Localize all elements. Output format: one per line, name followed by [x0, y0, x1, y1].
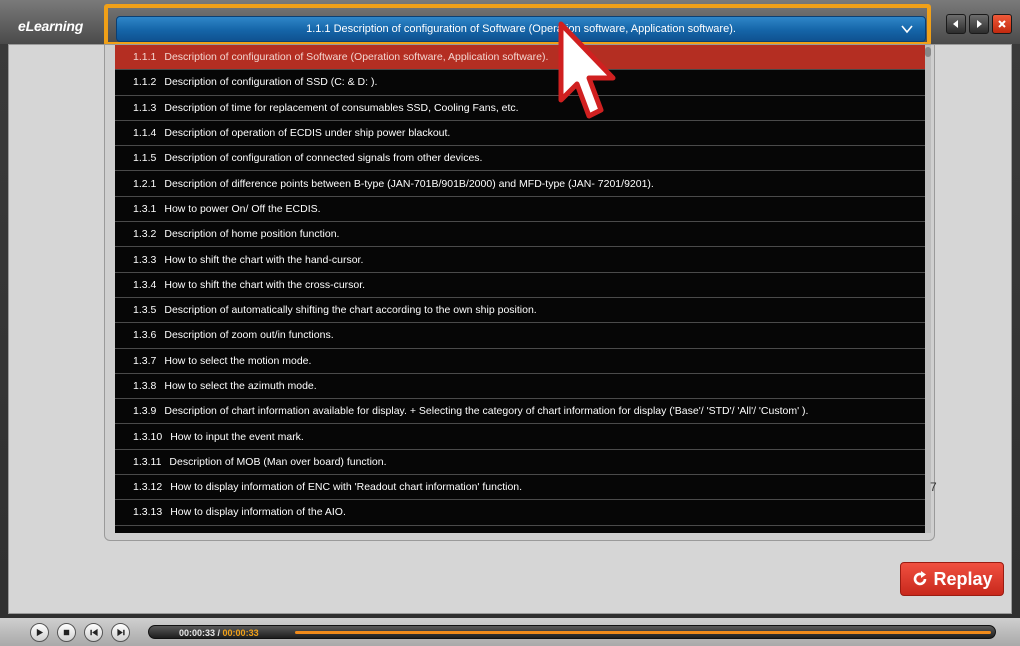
nav-buttons [946, 14, 1012, 34]
time-separator: / [215, 628, 223, 638]
list-item-label: Description of configuration of Software… [164, 51, 549, 64]
list-item-label: How to shift the chart with the cross-cu… [164, 278, 366, 291]
list-item-number: 1.1.4 [133, 127, 157, 140]
list-item-number: 1.3.10 [133, 430, 163, 443]
list-item-number: 1.1.5 [133, 152, 157, 165]
list-item-number: 1.3.3 [133, 253, 157, 266]
list-item-number: 1.3.8 [133, 380, 157, 392]
list-item-number: 1.3.1 [133, 202, 157, 215]
list-item-number: 1.3.12 [133, 481, 163, 494]
list-item-label: Description of chart information availab… [164, 405, 809, 418]
list-item-label: Description of automatically shifting th… [164, 304, 537, 317]
progress-fill [295, 631, 991, 634]
close-icon [998, 20, 1006, 28]
list-item-label: Description of MOB (Man over board) func… [169, 455, 387, 468]
list-item[interactable]: 1.1.3 Description of time for replacement… [115, 96, 925, 121]
list-item-label: Description of configuration of SSD (C: … [164, 76, 378, 89]
list-item[interactable]: 1.3.6 Description of zoom out/in function… [115, 323, 925, 349]
list-item-label: How to shift the chart with the hand-cur… [164, 253, 364, 266]
stop-button[interactable] [57, 623, 76, 642]
list-item[interactable]: 1.3.9 Description of chart information av… [115, 399, 925, 425]
list-item-label: Description of difference points between… [164, 177, 654, 190]
list-item-number: 1.3.6 [133, 329, 157, 342]
play-button[interactable] [30, 623, 49, 642]
time-display: 00:00:33 / 00:00:33 [179, 626, 259, 640]
time-elapsed: 00:00:33 [179, 628, 216, 638]
list-item-label: How to power On/ Off the ECDIS. [164, 202, 321, 215]
list-item[interactable]: 1.3.10 How to input the event mark. [115, 424, 925, 450]
list-item[interactable]: 1.3.3 How to shift the chart with the han… [115, 247, 925, 273]
list-item-label: How to select the motion mode. [164, 354, 312, 367]
list-item-label: How to select the azimuth mode. [164, 380, 317, 392]
list-item-label: Description of home position function. [164, 228, 340, 241]
time-total: 00:00:33 [222, 628, 259, 638]
prev-button[interactable] [946, 14, 966, 34]
next-button[interactable] [969, 14, 989, 34]
chapter-list: 1.1.1 Description of configuration of Sof… [115, 45, 925, 533]
list-item-number: 1.1.2 [133, 76, 157, 89]
list-item-label: How to display information of the AIO. [170, 506, 346, 519]
play-icon [36, 628, 44, 637]
list-item[interactable]: 1.3.11 Description of MOB (Man over board… [115, 450, 925, 476]
rewind-icon [89, 628, 98, 637]
stop-icon [63, 629, 70, 636]
list-item[interactable]: 1.1.2 Description of configuration of SSD… [115, 70, 925, 96]
list-item-number: 1.3.13 [133, 506, 163, 519]
list-item-number: 1.3.5 [133, 304, 157, 317]
list-item[interactable]: 1.1.5 Description of configuration of con… [115, 146, 925, 172]
list-item-label: Description of time for replacement of c… [164, 101, 519, 114]
prev-icon [953, 20, 958, 28]
list-scrollbar[interactable] [925, 45, 931, 533]
list-item-label: Description of configuration of connecte… [164, 152, 483, 165]
close-button[interactable] [992, 14, 1012, 34]
list-item[interactable]: 1.3.5 Description of automatically shifti… [115, 298, 925, 324]
list-item-number: 1.1.3 [133, 101, 157, 114]
list-item[interactable]: 1.3.1 How to power On/ Off the ECDIS. [115, 197, 925, 223]
list-item[interactable]: 1.2.1 Description of difference points be… [115, 171, 925, 197]
list-item[interactable]: 1.1.4 Description of operation of ECDIS u… [115, 121, 925, 147]
list-item-number: 1.3.4 [133, 278, 157, 291]
list-item-number: 1.3.11 [133, 455, 162, 468]
list-item[interactable]: 1.1.1 Description of configuration of Sof… [115, 45, 925, 71]
app-window: eLearning 1.1.1 Description of configura… [0, 0, 1020, 646]
replay-label: Replay [933, 568, 993, 589]
top-bar: eLearning 1.1.1 Description of configura… [0, 0, 1020, 46]
list-item-number: 1.1.1 [133, 51, 157, 64]
rewind-button[interactable] [84, 623, 103, 642]
list-item-label: Description of zoom out/in functions. [164, 329, 334, 342]
chapter-dropdown-label: 1.1.1 Description of configuration of So… [306, 23, 736, 35]
replay-icon [914, 571, 927, 586]
list-item-label: How to display information of ENC with '… [170, 481, 523, 494]
chevron-down-icon [901, 25, 913, 34]
list-item[interactable]: 1.3.13 How to display information of the … [115, 500, 925, 526]
list-item[interactable]: 1.3.8 How to select the azimuth mode. [115, 374, 925, 400]
skip-end-button[interactable] [111, 623, 130, 642]
chapter-dropdown[interactable]: 1.1.1 Description of configuration of So… [116, 16, 926, 42]
list-item[interactable]: 1.3.2 Description of home position functi… [115, 222, 925, 248]
list-item-label: Description of operation of ECDIS under … [164, 127, 451, 140]
mouse-pointer-icon [558, 21, 616, 119]
list-item[interactable]: 1.3.12 How to display information of ENC … [115, 475, 925, 501]
player-controls: 00:00:33 / 00:00:33 [0, 618, 1020, 646]
list-item-number: 1.3.9 [133, 405, 157, 418]
scrollbar-thumb[interactable] [925, 47, 931, 57]
list-item-number: 1.3.7 [133, 354, 157, 367]
list-item-number: 1.2.1 [133, 177, 157, 190]
skip-end-icon [116, 628, 125, 637]
background-text: 7 [930, 480, 937, 494]
list-item-number: 1.3.2 [133, 228, 157, 241]
next-icon [977, 20, 982, 28]
list-item[interactable]: 1.3.4 How to shift the chart with the cro… [115, 273, 925, 298]
replay-button[interactable]: Replay [900, 562, 1004, 596]
app-logo: eLearning [18, 18, 84, 34]
progress-bar[interactable]: 00:00:33 / 00:00:33 [148, 625, 996, 639]
list-item[interactable]: 1.3.7 How to select the motion mode. [115, 349, 925, 374]
list-item-label: How to input the event mark. [170, 430, 304, 443]
